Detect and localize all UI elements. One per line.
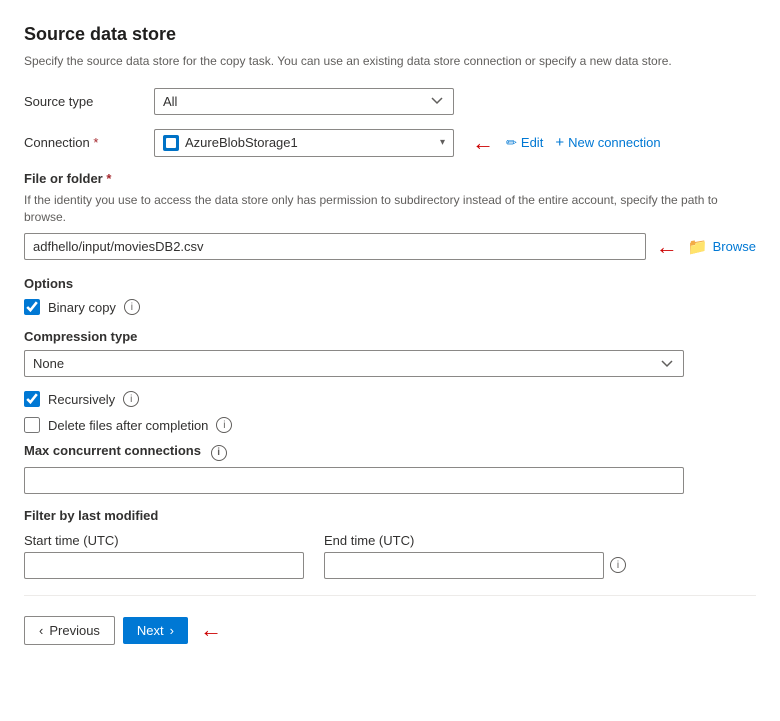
delete-files-info-icon[interactable]: i — [216, 417, 232, 433]
page-title: Source data store — [24, 24, 756, 45]
compression-label: Compression type — [24, 329, 756, 344]
max-connections-info-icon[interactable]: i — [211, 445, 227, 461]
next-arrow-indicator: ← — [200, 617, 222, 643]
delete-files-label: Delete files after completion — [48, 418, 208, 433]
filter-title: Filter by last modified — [24, 508, 756, 523]
options-section: Options Binary copy i — [24, 276, 756, 315]
start-time-col: Start time (UTC) — [24, 533, 304, 579]
binary-copy-label: Binary copy — [48, 300, 116, 315]
chevron-left-icon: ‹ — [39, 623, 43, 638]
pencil-icon: ✏ — [506, 135, 517, 151]
folder-icon: 📁 — [688, 237, 708, 257]
next-button[interactable]: Next › — [123, 617, 188, 644]
start-time-label: Start time (UTC) — [24, 533, 304, 548]
source-type-label: Source type — [24, 94, 154, 109]
filter-row: Start time (UTC) End time (UTC) i — [24, 533, 756, 579]
connection-select-wrapper[interactable]: AzureBlobStorage1 ▾ — [154, 129, 454, 157]
max-connections-input[interactable] — [24, 467, 684, 494]
end-time-label: End time (UTC) — [324, 533, 626, 548]
recursively-checkbox[interactable] — [24, 391, 40, 407]
file-folder-hint: If the identity you use to access the da… — [24, 192, 756, 226]
start-time-input[interactable] — [24, 552, 304, 579]
connection-label: Connection * — [24, 135, 154, 150]
delete-files-row: Delete files after completion i — [24, 417, 756, 433]
connection-controls: AzureBlobStorage1 ▾ ← ✏ Edit + New conne… — [154, 129, 661, 157]
delete-files-checkbox[interactable] — [24, 417, 40, 433]
recursively-label: Recursively — [48, 392, 115, 407]
connection-row: Connection * AzureBlobStorage1 ▾ ← ✏ Edi… — [24, 129, 756, 157]
file-folder-section: File or folder * If the identity you use… — [24, 171, 756, 261]
blob-storage-icon — [163, 135, 179, 151]
file-folder-arrow-indicator: ← — [656, 234, 678, 260]
compression-section: Compression type None — [24, 329, 756, 377]
max-connections-section: Max concurrent connections i — [24, 443, 756, 494]
new-connection-button[interactable]: + New connection — [555, 134, 660, 151]
edit-connection-link[interactable]: ✏ Edit — [506, 135, 543, 151]
options-label: Options — [24, 276, 756, 291]
binary-copy-info-icon[interactable]: i — [124, 299, 140, 315]
connection-value: AzureBlobStorage1 — [155, 130, 440, 156]
end-time-col: End time (UTC) i — [324, 533, 626, 579]
source-type-select[interactable]: All — [154, 88, 454, 115]
binary-copy-row: Binary copy i — [24, 299, 756, 315]
filter-section: Filter by last modified Start time (UTC)… — [24, 508, 756, 579]
end-time-info-icon[interactable]: i — [610, 557, 626, 573]
browse-button[interactable]: 📁 Browse — [688, 237, 756, 257]
connection-dropdown-arrow[interactable]: ▾ — [440, 137, 445, 148]
chevron-right-icon: › — [170, 623, 174, 638]
previous-button[interactable]: ‹ Previous — [24, 616, 115, 645]
binary-copy-checkbox[interactable] — [24, 299, 40, 315]
file-folder-input-row: ← 📁 Browse — [24, 233, 756, 260]
end-time-input[interactable] — [324, 552, 604, 579]
file-folder-label: File or folder * — [24, 171, 756, 186]
connection-arrow-indicator: ← — [472, 130, 494, 156]
max-connections-label: Max concurrent connections i — [24, 443, 756, 461]
recursively-info-icon[interactable]: i — [123, 391, 139, 407]
file-folder-input[interactable] — [24, 233, 646, 260]
connection-name: AzureBlobStorage1 — [185, 135, 298, 150]
source-type-row: Source type All — [24, 88, 756, 115]
footer-buttons: ‹ Previous Next › ← — [24, 616, 756, 645]
compression-select[interactable]: None — [24, 350, 684, 377]
page-subtitle: Specify the source data store for the co… — [24, 53, 756, 70]
recursively-row: Recursively i — [24, 391, 756, 407]
plus-icon: + — [555, 134, 564, 151]
